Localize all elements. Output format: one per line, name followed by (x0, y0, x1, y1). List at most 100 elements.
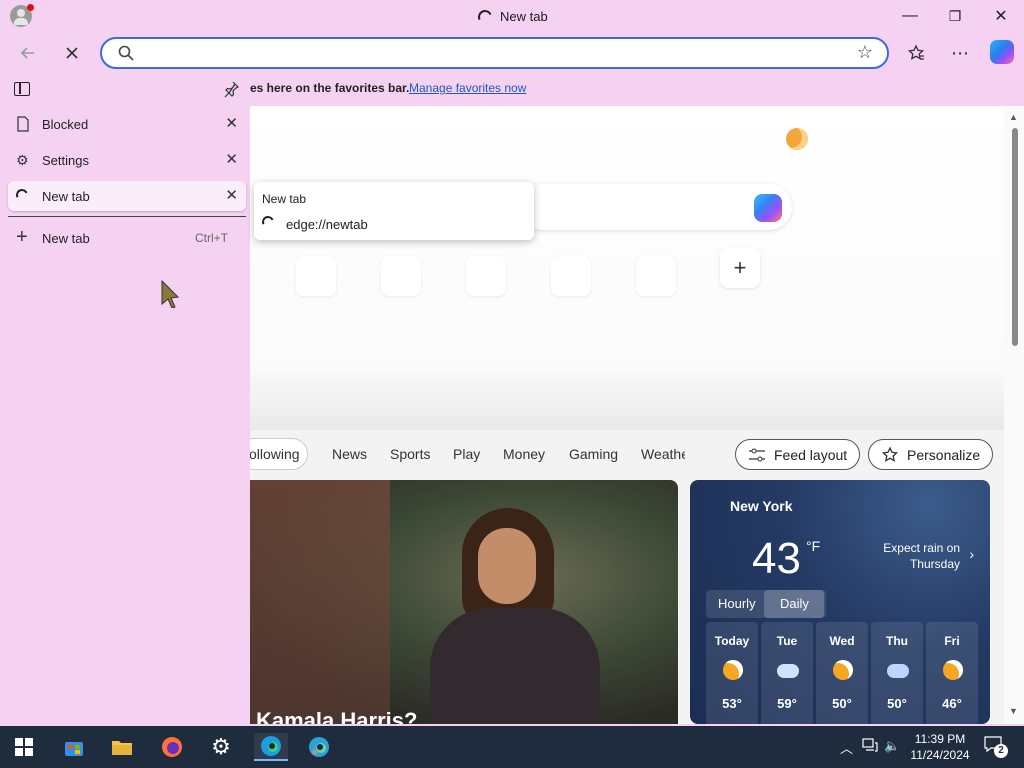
forecast-day-temp: 46° (942, 696, 962, 711)
start-button[interactable] (10, 733, 38, 761)
taskbar-firefox[interactable] (158, 733, 186, 761)
forecast-day[interactable]: Thu 50° (871, 622, 923, 724)
tabs-divider (8, 216, 246, 217)
forecast-day[interactable]: Tue 59° (761, 622, 813, 724)
new-tab-button[interactable]: + New tab Ctrl+T (8, 224, 246, 252)
tab-settings[interactable]: ⚙ Settings ✕ (8, 145, 246, 175)
stop-loading-button[interactable] (58, 40, 86, 66)
forecast-line-2: Thursday (909, 557, 960, 571)
forecast-day-name: Tue (776, 634, 798, 648)
quick-link-tile[interactable] (296, 256, 336, 296)
tab-play[interactable]: Play (453, 446, 480, 462)
manage-favorites-link[interactable]: Manage favorites now (409, 81, 526, 95)
feed-navigation: ollowing News Sports Play Money Gaming W… (250, 436, 1004, 472)
notification-center-button[interactable]: 2 (984, 736, 1008, 758)
news-card[interactable]: Kamala Harris? (250, 480, 678, 724)
volume-icon[interactable]: 🔈 (884, 738, 900, 754)
clock-time: 11:39 PM (914, 732, 966, 746)
favorites-bar-hint: es here on the favorites bar. (250, 81, 410, 95)
web-search-box[interactable] (520, 184, 792, 230)
minimize-button[interactable]: — (895, 4, 925, 28)
favorite-star-icon[interactable]: ☆ (857, 42, 873, 63)
feed-layout-button[interactable]: Feed layout (735, 439, 861, 470)
forecast-day-name: Thu (886, 634, 908, 648)
taskbar-clock[interactable]: 11:39 PM 11/24/2024 (900, 731, 980, 763)
quick-link-tile[interactable] (381, 256, 421, 296)
close-tab-icon[interactable]: ✕ (225, 150, 238, 168)
forecast-day[interactable]: Fri 46° (926, 622, 978, 724)
page-icon (16, 116, 32, 132)
pin-pane-icon[interactable] (222, 80, 240, 103)
taskbar-store[interactable] (60, 733, 88, 761)
search-icon (118, 45, 134, 61)
tab-weather[interactable]: Weathe (641, 446, 685, 462)
personalize-button[interactable]: Personalize (868, 439, 994, 470)
add-shortcut-button[interactable]: + (720, 248, 760, 288)
address-bar[interactable]: ☆ (100, 37, 889, 69)
scroll-down-arrow-icon[interactable]: ▼ (1009, 706, 1018, 716)
address-input[interactable] (146, 43, 836, 63)
taskbar-edge-dev[interactable] (305, 733, 333, 761)
news-image-background (250, 480, 390, 724)
close-window-button[interactable]: ✕ (986, 4, 1016, 28)
forecast-day[interactable]: Today 53° (706, 622, 758, 724)
windows-taskbar: ⚙ ︿ 🔈 11:39 PM 11/24/2024 2 (0, 726, 1024, 768)
chevron-right-icon[interactable]: › (969, 546, 974, 562)
avatar-body (14, 18, 28, 25)
tab-news[interactable]: News (332, 446, 367, 462)
firefox-icon (162, 737, 182, 757)
forecast-day-name: Wed (829, 634, 855, 648)
favorites-button[interactable] (902, 40, 930, 66)
folder-icon (112, 741, 132, 755)
stop-icon (66, 47, 78, 59)
copilot-icon[interactable] (754, 194, 782, 222)
tab-blocked[interactable]: Blocked ✕ (8, 109, 246, 139)
tab-money[interactable]: Money (503, 446, 545, 462)
more-options-button[interactable]: ⋯ (946, 40, 974, 66)
chevron-up-icon[interactable]: ︿ (840, 738, 853, 757)
tab-sports[interactable]: Sports (390, 446, 430, 462)
quick-link-tile[interactable] (466, 256, 506, 296)
store-icon (65, 742, 83, 756)
taskbar-file-explorer[interactable] (108, 733, 136, 761)
close-tab-icon[interactable]: ✕ (225, 186, 238, 204)
tab-following[interactable]: ollowing (250, 438, 308, 470)
maximize-button[interactable]: ❐ (940, 4, 970, 28)
scroll-up-arrow-icon[interactable]: ▲ (1009, 112, 1018, 122)
forecast-line-1: Expect rain on (883, 541, 960, 555)
tab-new-tab-active[interactable]: New tab ✕ (8, 181, 246, 211)
partly-sunny-icon (722, 660, 744, 682)
scrollbar-thumb[interactable] (1012, 128, 1018, 346)
taskbar-settings[interactable]: ⚙ (207, 733, 235, 761)
edge-beta-icon (309, 737, 329, 757)
hourly-toggle[interactable]: Hourly (718, 596, 756, 611)
sliders-icon (749, 448, 765, 461)
profile-avatar[interactable] (10, 4, 34, 27)
edge-icon (261, 736, 281, 756)
weather-forecast-summary[interactable]: Expect rain on Thursday (840, 540, 960, 572)
forecast-day[interactable]: Wed 50° (816, 622, 868, 724)
tab-actions-icon[interactable] (14, 82, 30, 96)
more-icon: ⋯ (951, 42, 969, 63)
page-scrollbar[interactable]: ▲ ▼ (1004, 106, 1024, 724)
moon-weather-icon (786, 128, 808, 150)
daily-toggle[interactable]: Daily (780, 596, 809, 611)
quick-link-tile[interactable] (551, 256, 591, 296)
quick-link-tile[interactable] (636, 256, 676, 296)
gear-icon: ⚙ (16, 152, 29, 168)
window-title-text: New tab (500, 9, 548, 24)
forecast-day-name: Fri (944, 634, 960, 648)
weather-card[interactable]: New York 43 °F Expect rain on Thursday ›… (690, 480, 990, 724)
gear-icon: ⚙ (211, 734, 231, 759)
network-icon[interactable] (862, 738, 878, 755)
back-button[interactable] (14, 40, 42, 66)
news-headline[interactable]: Kamala Harris? (256, 708, 417, 724)
close-tab-icon[interactable]: ✕ (225, 114, 238, 132)
favorites-icon (907, 44, 925, 60)
tab-gaming[interactable]: Gaming (569, 446, 618, 462)
tab-label: New tab (42, 189, 90, 204)
copilot-icon[interactable] (990, 40, 1014, 64)
feed-layout-label: Feed layout (774, 446, 848, 463)
taskbar-edge-active[interactable] (254, 733, 288, 761)
weather-city: New York (730, 498, 793, 514)
